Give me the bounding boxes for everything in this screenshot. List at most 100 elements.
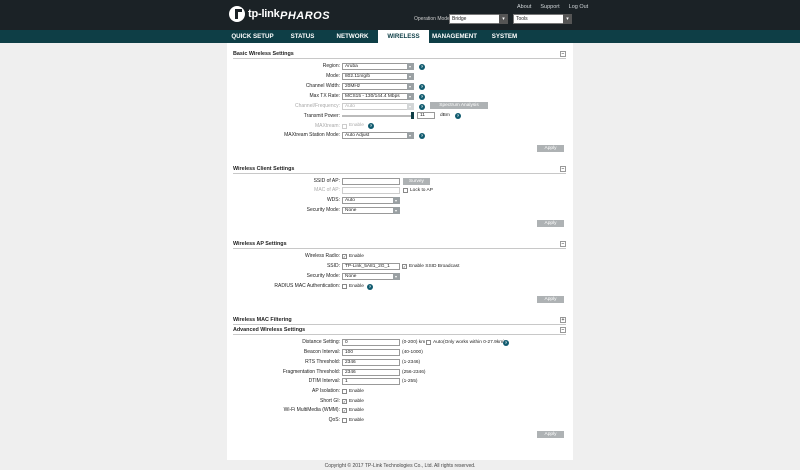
- tab-quick-setup[interactable]: QUICK SETUP: [227, 30, 278, 43]
- survey-button[interactable]: Survey: [403, 178, 430, 185]
- wmm-checkbox[interactable]: ✓: [342, 408, 347, 413]
- expand-icon[interactable]: +: [560, 317, 566, 323]
- client-security-label: Security Mode:: [306, 207, 340, 213]
- ap-security-label: Security Mode:: [306, 273, 340, 279]
- help-icon[interactable]: ?: [419, 133, 425, 139]
- wds-select[interactable]: Auto: [342, 197, 400, 204]
- rts-threshold-hint: (1-2346): [402, 360, 421, 365]
- client-section-header[interactable]: Wireless Client Settings −: [233, 166, 566, 174]
- ssid-of-ap-input[interactable]: [342, 178, 400, 185]
- ap-security-value: None: [345, 274, 357, 279]
- channel-frequency-value: Auto: [345, 104, 355, 109]
- ap-ssid-input[interactable]: TP-Link_5A81_2G_1: [342, 263, 400, 270]
- help-icon[interactable]: ?: [455, 113, 461, 119]
- ap-security-select[interactable]: None: [342, 273, 400, 280]
- mac-of-ap-label: MAC of AP:: [314, 187, 340, 193]
- transmit-power-slider[interactable]: [342, 115, 414, 117]
- tab-system[interactable]: SYSTEM: [480, 30, 529, 43]
- chevron-down-icon: [393, 207, 400, 214]
- distance-label: Distance Setting:: [302, 339, 340, 345]
- station-mode-value: Auto Adjust: [345, 133, 370, 138]
- maxtream-checkbox[interactable]: [342, 124, 347, 129]
- tools-value: Tools: [516, 16, 528, 22]
- slider-handle[interactable]: [411, 112, 414, 119]
- help-icon[interactable]: ?: [503, 340, 509, 346]
- help-icon[interactable]: ?: [419, 94, 425, 100]
- wmm-label: Wi-Fi MultiMedia (WMM):: [283, 407, 340, 413]
- tools-select[interactable]: Tools ▾: [513, 14, 572, 24]
- collapse-icon[interactable]: −: [560, 51, 566, 57]
- wds-value: Auto: [345, 198, 355, 203]
- tab-management[interactable]: MANAGEMENT: [429, 30, 480, 43]
- help-icon[interactable]: ?: [419, 64, 425, 70]
- chevron-down-icon: [393, 273, 400, 280]
- tab-wireless[interactable]: WIRELESS: [378, 30, 429, 43]
- mode-select[interactable]: 802.11n/g/b: [342, 73, 414, 80]
- main-nav: QUICK SETUP STATUS NETWORK WIRELESS MANA…: [227, 30, 529, 43]
- chevron-down-icon: [407, 132, 414, 139]
- transmit-power-input[interactable]: 11: [417, 112, 435, 119]
- mac-of-ap-input[interactable]: [342, 187, 400, 194]
- footer-copyright: Copyright © 2017 TP-Link Technologies Co…: [324, 463, 476, 469]
- section-title: Basic Wireless Settings: [233, 51, 294, 57]
- fragmentation-input[interactable]: 2346: [342, 369, 400, 376]
- max-tx-rate-label: Max TX Rate:: [309, 93, 340, 99]
- short-gi-checkbox[interactable]: ✓: [342, 399, 347, 404]
- region-select[interactable]: Aruba: [342, 63, 414, 70]
- help-icon[interactable]: ?: [419, 104, 425, 110]
- max-tx-rate-value: MCS15 - 130/144.4 Mbps: [345, 94, 400, 99]
- distance-auto-label: Auto: [433, 340, 443, 345]
- logout-link[interactable]: Log Out: [569, 4, 589, 10]
- transmit-power-label: Transmit Power:: [303, 113, 340, 119]
- lock-to-ap-checkbox[interactable]: [403, 188, 408, 193]
- qos-label: QoS:: [328, 417, 340, 423]
- dtim-input[interactable]: 1: [342, 378, 400, 385]
- support-link[interactable]: Support: [540, 4, 559, 10]
- ssid-broadcast-checkbox[interactable]: ✓: [402, 264, 407, 269]
- tab-status[interactable]: STATUS: [278, 30, 327, 43]
- operation-mode-select[interactable]: Bridge ▾: [449, 14, 508, 24]
- maxtream-enable-label: Enable: [349, 123, 364, 128]
- max-tx-rate-select[interactable]: MCS15 - 130/144.4 Mbps: [342, 93, 414, 100]
- station-mode-label: MAXtream Station Mode:: [284, 132, 340, 138]
- rts-threshold-input[interactable]: 2346: [342, 359, 400, 366]
- advanced-section-header[interactable]: Advanced Wireless Settings −: [233, 327, 566, 335]
- client-apply-button[interactable]: Apply: [537, 220, 564, 227]
- channel-width-select[interactable]: 20MHz: [342, 83, 414, 90]
- help-icon[interactable]: ?: [419, 84, 425, 90]
- chevron-down-icon: ▾: [563, 14, 572, 24]
- distance-auto-checkbox[interactable]: [426, 340, 431, 345]
- beacon-interval-input[interactable]: 100: [342, 349, 400, 356]
- lock-to-ap-label: Lock to AP: [410, 188, 433, 193]
- dtim-label: DTIM Interval:: [308, 378, 340, 384]
- ap-ssid-label: SSID:: [326, 263, 340, 269]
- about-link[interactable]: About: [517, 4, 531, 10]
- ap-apply-button[interactable]: Apply: [537, 296, 564, 303]
- ap-section-header[interactable]: Wireless AP Settings −: [233, 241, 566, 249]
- help-icon[interactable]: ?: [368, 123, 374, 129]
- station-mode-select[interactable]: Auto Adjust: [342, 132, 414, 139]
- help-icon[interactable]: ?: [367, 284, 373, 290]
- spectrum-analysis-button[interactable]: Spectrum Analysis: [430, 102, 488, 109]
- advanced-apply-button[interactable]: Apply: [537, 431, 564, 438]
- power-unit: dBm: [440, 113, 450, 118]
- wireless-radio-checkbox[interactable]: ✓: [342, 254, 347, 259]
- qos-checkbox[interactable]: [342, 418, 347, 423]
- client-security-select[interactable]: None: [342, 207, 400, 214]
- basic-apply-button[interactable]: Apply: [537, 145, 564, 152]
- mode-label: Mode:: [326, 73, 340, 79]
- mac-filtering-section-header[interactable]: Wireless MAC Filtering +: [233, 317, 566, 325]
- distance-input[interactable]: 0: [342, 339, 400, 346]
- channel-frequency-select[interactable]: Auto: [342, 103, 414, 110]
- channel-width-label: Channel Width:: [305, 83, 340, 89]
- basic-section-header[interactable]: Basic Wireless Settings −: [233, 51, 566, 59]
- tab-network[interactable]: NETWORK: [327, 30, 378, 43]
- radius-checkbox[interactable]: [342, 284, 347, 289]
- ap-isolation-checkbox[interactable]: [342, 389, 347, 394]
- operation-mode-value: Bridge: [452, 16, 467, 22]
- content-panel: Basic Wireless Settings − Region: Aruba …: [227, 43, 573, 460]
- collapse-icon[interactable]: −: [560, 241, 566, 247]
- collapse-icon[interactable]: −: [560, 166, 566, 172]
- collapse-icon[interactable]: −: [560, 327, 566, 333]
- top-links: About Support Log Out: [517, 4, 588, 10]
